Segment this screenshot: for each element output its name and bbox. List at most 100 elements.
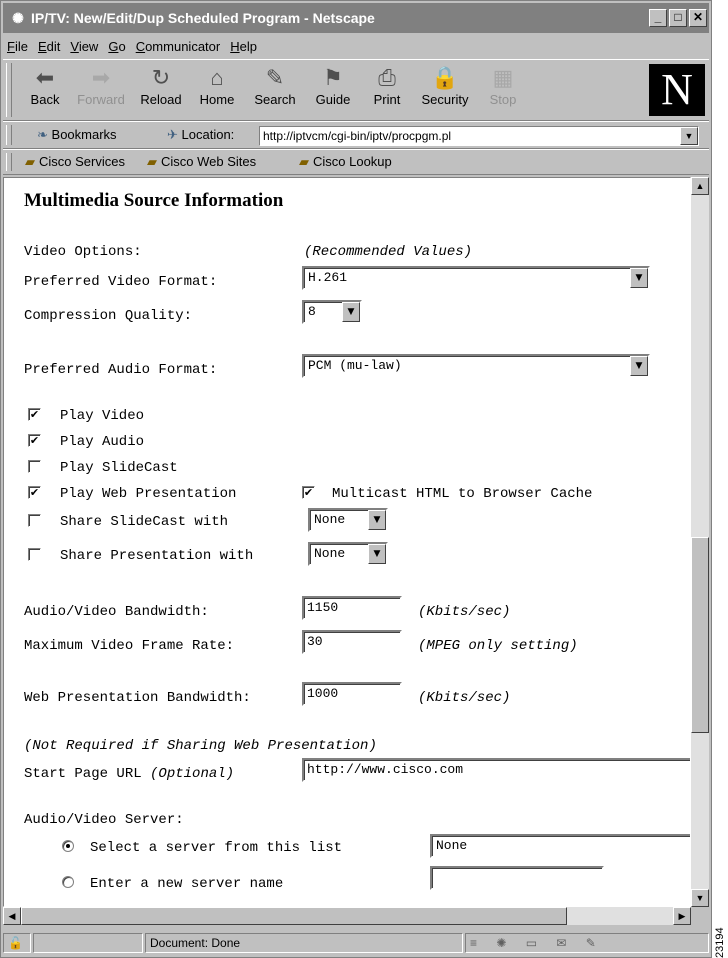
toolbar-grip[interactable] bbox=[6, 63, 12, 117]
av-bandwidth-input[interactable]: 1150 bbox=[302, 596, 402, 620]
menu-go[interactable]: Go bbox=[108, 39, 125, 54]
chevron-down-icon[interactable]: ▼ bbox=[680, 127, 698, 145]
print-button[interactable]: ⎙ Print bbox=[359, 64, 415, 118]
printer-icon: ⎙ bbox=[378, 65, 396, 90]
scroll-right-button[interactable]: ▶ bbox=[673, 907, 691, 925]
url-input[interactable]: http://iptvcm/cgi-bin/iptv/procpgm.pl ▼ bbox=[259, 126, 699, 146]
stop-button[interactable]: ▦ Stop bbox=[475, 64, 531, 118]
play-audio-label: Play Audio bbox=[60, 434, 145, 450]
video-format-label: Preferred Video Format: bbox=[24, 274, 218, 290]
netscape-logo: N bbox=[649, 64, 705, 116]
server-select[interactable]: None bbox=[430, 834, 690, 858]
compression-label: Compression Quality: bbox=[24, 308, 193, 324]
personal-toolbar: ▰ Cisco Services ▰ Cisco Web Sites ▰ Cisco … bbox=[3, 149, 709, 175]
menu-file[interactable]: File bbox=[7, 39, 28, 54]
security-lock-icon[interactable]: 🔓 bbox=[3, 933, 31, 953]
reload-button[interactable]: ↻ Reload bbox=[133, 64, 189, 118]
video-format-select[interactable]: H.261 ▼ bbox=[302, 266, 650, 290]
share-slidecast-select[interactable]: None ▼ bbox=[308, 508, 388, 532]
status-text: Document: Done bbox=[145, 933, 463, 953]
menu-bar: File Edit View Go Communicator Help bbox=[3, 35, 709, 57]
navigation-toolbar: ⬅ Back ➡ Forward ↻ Reload ⌂ Home ✎ Search ⚑ Gu… bbox=[3, 59, 709, 121]
personal-item-cisco-web-sites[interactable]: ▰ Cisco Web Sites bbox=[147, 154, 256, 170]
home-button[interactable]: ⌂ Home bbox=[189, 64, 245, 118]
netscape-app-icon: ✺ bbox=[12, 10, 24, 26]
share-presentation-checkbox[interactable] bbox=[28, 548, 41, 561]
play-video-label: Play Video bbox=[60, 408, 145, 424]
multicast-label: Multicast HTML to Browser Cache bbox=[332, 486, 593, 502]
play-video-checkbox[interactable]: ✔ bbox=[28, 408, 41, 421]
start-page-label: Start Page URL (Optional) bbox=[24, 766, 235, 782]
browser-window: ✺ IP/TV: New/Edit/Dup Scheduled Program … bbox=[0, 0, 712, 958]
home-icon: ⌂ bbox=[210, 65, 224, 90]
minimize-button[interactable]: _ bbox=[649, 9, 667, 27]
multicast-checkbox[interactable]: ✔ bbox=[302, 486, 315, 499]
scroll-down-button[interactable]: ▼ bbox=[691, 889, 709, 907]
back-button[interactable]: ⬅ Back bbox=[17, 64, 73, 118]
menu-communicator[interactable]: Communicator bbox=[136, 39, 221, 54]
av-bandwidth-unit: (Kbits/sec) bbox=[418, 604, 511, 620]
maximize-button[interactable]: □ bbox=[669, 9, 687, 27]
search-icon: ✎ bbox=[265, 65, 285, 90]
vertical-scroll-thumb[interactable] bbox=[691, 537, 709, 733]
location-toolbar: ❧ Bookmarks ✈ Location: http://iptvcm/cg… bbox=[3, 121, 709, 149]
toolbar-grip[interactable] bbox=[6, 125, 12, 145]
server-label: Audio/Video Server: bbox=[24, 812, 184, 828]
menu-view[interactable]: View bbox=[70, 39, 98, 54]
status-bar: 🔓 Document: Done ≡ ✺ ▭ ✉ ✎ bbox=[3, 931, 709, 955]
web-bandwidth-unit: (Kbits/sec) bbox=[418, 690, 511, 706]
horizontal-scroll-thumb[interactable] bbox=[21, 907, 567, 925]
chevron-down-icon[interactable]: ▼ bbox=[368, 544, 386, 564]
play-web-checkbox[interactable]: ✔ bbox=[28, 486, 41, 499]
back-arrow-icon: ⬅ bbox=[35, 65, 55, 90]
close-button[interactable]: ✕ bbox=[689, 9, 707, 27]
chevron-down-icon[interactable]: ▼ bbox=[630, 268, 648, 288]
menu-edit[interactable]: Edit bbox=[38, 39, 60, 54]
toolbar-grip[interactable] bbox=[6, 153, 12, 171]
horizontal-scrollbar[interactable]: ◀ ▶ bbox=[3, 907, 691, 925]
web-bandwidth-input[interactable]: 1000 bbox=[302, 682, 402, 706]
share-presentation-select[interactable]: None ▼ bbox=[308, 542, 388, 566]
share-slidecast-checkbox[interactable] bbox=[28, 514, 41, 527]
scroll-corner bbox=[691, 907, 709, 925]
av-bandwidth-label: Audio/Video Bandwidth: bbox=[24, 604, 209, 620]
forward-button[interactable]: ➡ Forward bbox=[73, 64, 129, 118]
audio-format-select[interactable]: PCM (mu-law) ▼ bbox=[302, 354, 650, 378]
window-title: IP/TV: New/Edit/Dup Scheduled Program - … bbox=[31, 10, 375, 26]
enter-server-label: Enter a new server name bbox=[90, 876, 284, 892]
frame-rate-label: Maximum Video Frame Rate: bbox=[24, 638, 235, 654]
web-bandwidth-label: Web Presentation Bandwidth: bbox=[24, 690, 251, 706]
personal-item-cisco-services[interactable]: ▰ Cisco Services bbox=[25, 154, 125, 170]
guide-button[interactable]: ⚑ Guide bbox=[305, 64, 361, 118]
play-web-label: Play Web Presentation bbox=[60, 486, 237, 502]
guide-icon: ⚑ bbox=[323, 65, 343, 90]
compression-select[interactable]: 8 ▼ bbox=[302, 300, 362, 324]
vertical-scrollbar[interactable]: ▲ ▼ bbox=[691, 177, 709, 907]
play-audio-checkbox[interactable]: ✔ bbox=[28, 434, 41, 447]
figure-id: 23194 bbox=[714, 927, 726, 958]
mpeg-note: (MPEG only setting) bbox=[418, 638, 578, 654]
bookmark-icon: ❧ bbox=[37, 127, 48, 142]
enter-server-radio[interactable] bbox=[62, 876, 74, 888]
frame-rate-input[interactable]: 30 bbox=[302, 630, 402, 654]
chevron-down-icon[interactable]: ▼ bbox=[630, 356, 648, 376]
play-slidecast-checkbox[interactable] bbox=[28, 460, 41, 473]
server-name-input[interactable] bbox=[430, 866, 604, 890]
scroll-up-button[interactable]: ▲ bbox=[691, 177, 709, 195]
folder-icon: ▰ bbox=[25, 154, 35, 169]
video-options-label: Video Options: bbox=[24, 244, 142, 260]
search-button[interactable]: ✎ Search bbox=[247, 64, 303, 118]
security-button[interactable]: 🔒 Security bbox=[417, 64, 473, 118]
forward-arrow-icon: ➡ bbox=[91, 65, 111, 90]
bookmarks-button[interactable]: ❧ Bookmarks bbox=[37, 127, 117, 143]
start-page-input[interactable]: http://www.cisco.com bbox=[302, 758, 690, 782]
component-bar-icons[interactable]: ≡ ✺ ▭ ✉ ✎ bbox=[465, 933, 709, 953]
chevron-down-icon[interactable]: ▼ bbox=[342, 302, 360, 322]
scroll-left-button[interactable]: ◀ bbox=[3, 907, 21, 925]
menu-help[interactable]: Help bbox=[230, 39, 257, 54]
chevron-down-icon[interactable]: ▼ bbox=[368, 510, 386, 530]
page-content: Multimedia Source Information Video Opti… bbox=[3, 177, 691, 907]
select-server-radio[interactable] bbox=[62, 840, 74, 852]
personal-item-cisco-lookup[interactable]: ▰ Cisco Lookup bbox=[299, 154, 392, 170]
page-proxy-icon[interactable]: ✈ bbox=[167, 127, 178, 142]
